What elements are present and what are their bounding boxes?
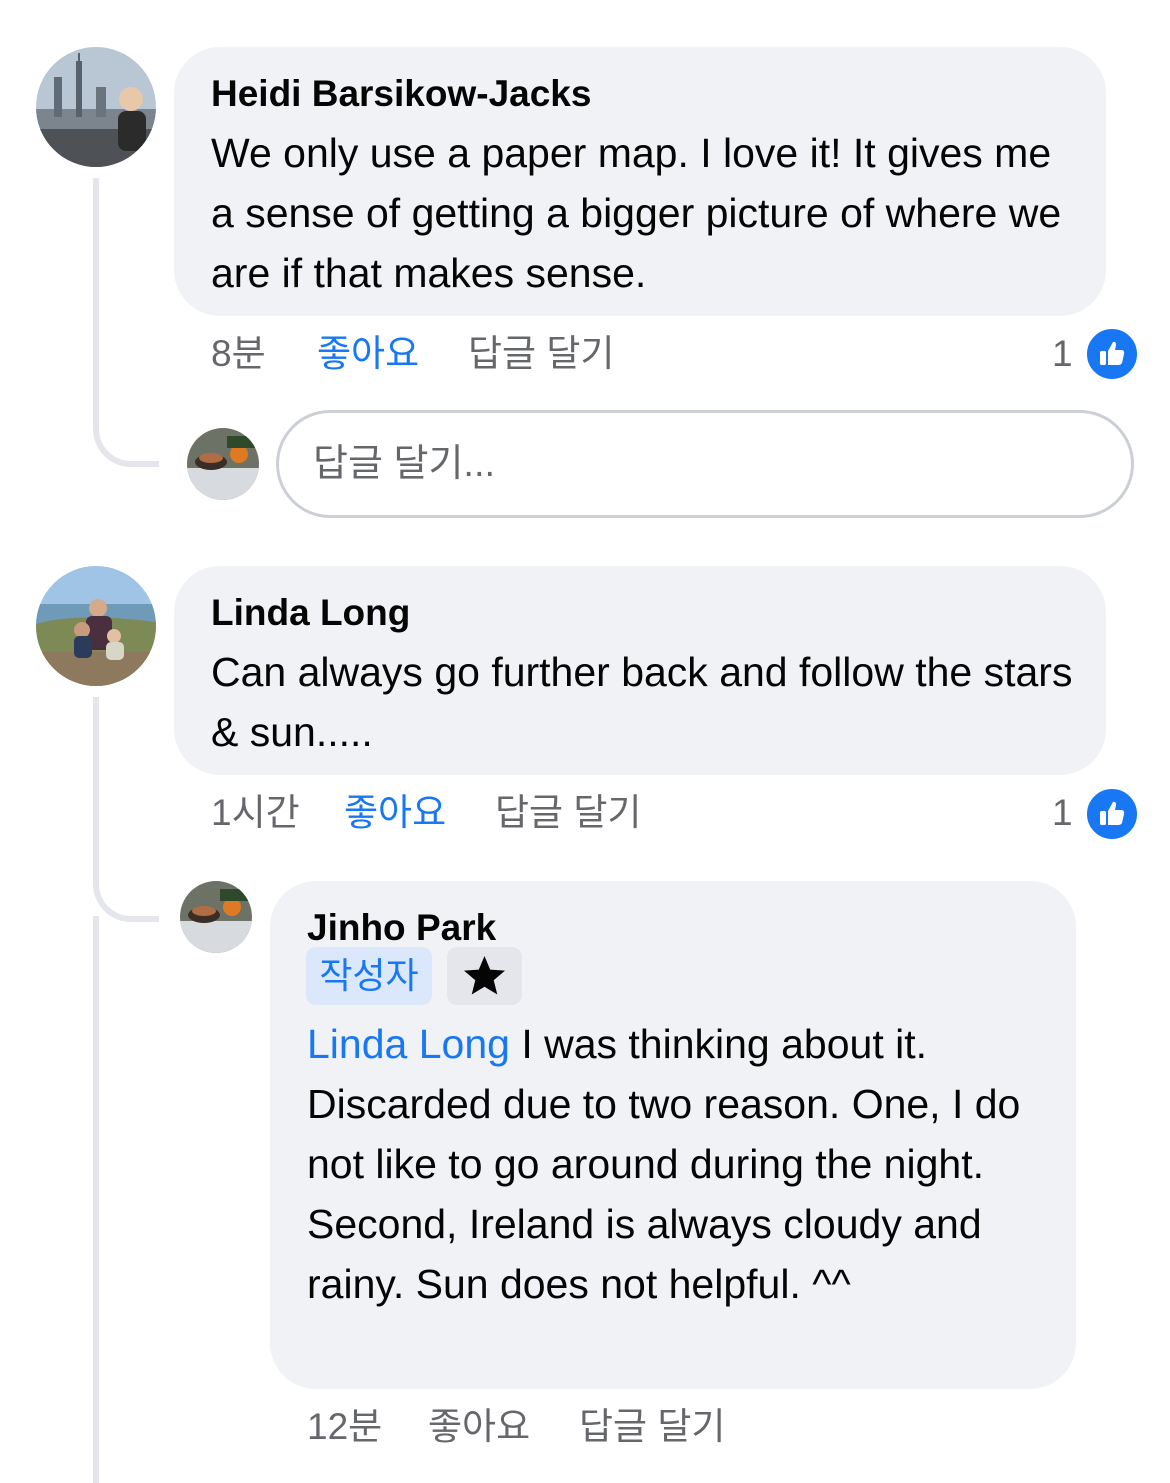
reply-button[interactable]: 답글 달기: [468, 332, 614, 376]
star-icon: [464, 956, 505, 995]
reply-text: Linda Long I was thinking about it. Disc…: [307, 1014, 1052, 1314]
thread-line: [93, 697, 99, 867]
reply-author[interactable]: Jinho Park: [307, 906, 496, 950]
reaction-count[interactable]: 1: [1052, 791, 1073, 835]
mention-link[interactable]: Linda Long: [307, 1021, 510, 1067]
reply-button[interactable]: 답글 달기: [495, 791, 641, 835]
avatar[interactable]: [187, 428, 259, 500]
reaction-count[interactable]: 1: [1052, 332, 1073, 376]
comment-author[interactable]: Heidi Barsikow-Jacks: [211, 72, 591, 116]
avatar[interactable]: [36, 47, 156, 167]
like-reaction-icon[interactable]: [1084, 326, 1140, 382]
reply-input-placeholder: 답글 달기...: [313, 443, 496, 485]
reply-time[interactable]: 12분: [307, 1405, 382, 1449]
thread-connector: [93, 405, 159, 467]
author-badge: 작성자: [306, 947, 432, 1005]
comment-text: Can always go further back and follow th…: [211, 649, 1073, 755]
like-button[interactable]: 좋아요: [344, 791, 446, 835]
comment-time[interactable]: 8분: [211, 332, 266, 376]
thread-line: [93, 178, 99, 413]
like-button[interactable]: 좋아요: [317, 332, 419, 376]
reply-button[interactable]: 답글 달기: [579, 1405, 725, 1449]
comment-time[interactable]: 1시간: [211, 791, 300, 835]
thread-line: [93, 916, 99, 1483]
like-button[interactable]: 좋아요: [428, 1405, 530, 1449]
star-badge: [447, 947, 522, 1005]
avatar[interactable]: [180, 881, 252, 953]
comment-text: We only use a paper map. I love it! It g…: [211, 130, 1062, 296]
like-reaction-icon[interactable]: [1084, 786, 1140, 842]
comment-author[interactable]: Linda Long: [211, 591, 410, 635]
thread-connector: [93, 860, 159, 922]
avatar[interactable]: [36, 566, 156, 686]
